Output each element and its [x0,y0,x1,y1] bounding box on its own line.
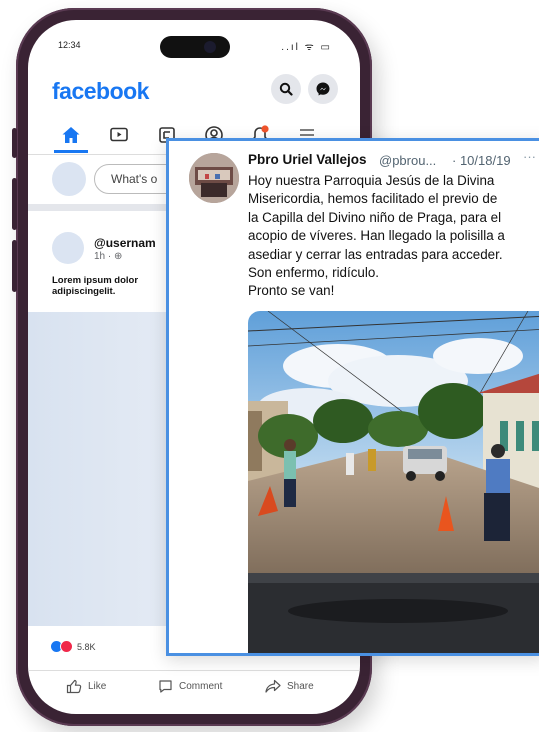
comment-button[interactable]: Comment [158,679,222,694]
post-actions: Like Comment Share [28,670,360,701]
dynamic-island [160,36,230,58]
status-icons: ..ıl ᯤ ▭ [281,42,332,53]
status-bar: 12:34 ..ıl ᯤ ▭ [28,20,360,60]
search-button[interactable] [271,74,301,104]
avatar[interactable] [52,162,86,196]
tweet-text-line: Son enfermo, ridículo. [248,265,379,281]
active-tab-indicator [54,150,88,153]
tweet-text-line: acopio de víveres. Han llegado la polisi… [248,228,505,244]
tweet-author-avatar[interactable] [189,153,239,203]
tweet-date[interactable]: · 10/18/19 [452,153,511,168]
avatar-photo [189,153,239,203]
tweet-text: Hoy nuestra Parroquia Jesús de la Divina… [248,172,538,301]
post-text-line: adipiscingelit. [52,286,116,297]
reactions-summary[interactable]: 5.8K [50,640,96,653]
search-icon [279,82,293,96]
comment-label: Comment [179,681,223,692]
tweet-text-line: Misericordia, hemos facilitado el previo… [248,191,498,207]
post-meta: 1h · ⊕ [94,251,123,262]
messenger-icon [316,82,330,96]
post-author-avatar[interactable] [52,232,84,264]
status-time: 12:34 [58,40,81,50]
camera-icon [204,41,216,53]
tweet-author-handle[interactable]: @pbrou... [379,153,436,168]
tab-watch[interactable] [105,122,133,148]
tweet-text-line: asediar y cerrar las entradas para acced… [248,246,503,262]
messenger-button[interactable] [308,74,338,104]
share-button[interactable]: Share [265,679,314,693]
post-username[interactable]: @usernam [94,236,156,250]
phone-side-button [12,128,17,158]
tweet-author-name[interactable]: Pbro Uriel Vallejos [248,152,367,167]
post-text: Lorem ipsum dolor adipiscingelit. [52,275,138,297]
tweet-photo[interactable] [248,311,539,653]
reactions-count: 5.8K [77,641,96,652]
volume-down-button [12,240,17,292]
volume-up-button [12,178,17,230]
share-label: Share [287,680,314,692]
comment-icon [159,680,172,693]
tweet-card: Pbro Uriel Vallejos @pbrou... · 10/18/19… [166,138,539,656]
tab-home[interactable] [57,122,85,148]
home-icon [62,127,80,143]
more-options-icon[interactable]: ··· [523,149,536,164]
love-reaction-icon [60,640,73,653]
tweet-text-line: Hoy nuestra Parroquia Jesús de la Divina [248,173,495,188]
street-scene-image [248,311,539,653]
video-icon [110,127,128,142]
facebook-logo[interactable]: facebook [52,78,149,105]
post-text-line: Lorem ipsum dolor [52,275,139,286]
thumbs-up-icon [66,679,82,694]
share-icon [265,679,281,693]
tweet-text-line: Pronto se van! [248,283,335,299]
like-button[interactable]: Like [66,679,106,694]
like-label: Like [88,681,107,692]
tweet-text-line: la Capilla del Divino niño de Praga, par… [248,209,502,225]
